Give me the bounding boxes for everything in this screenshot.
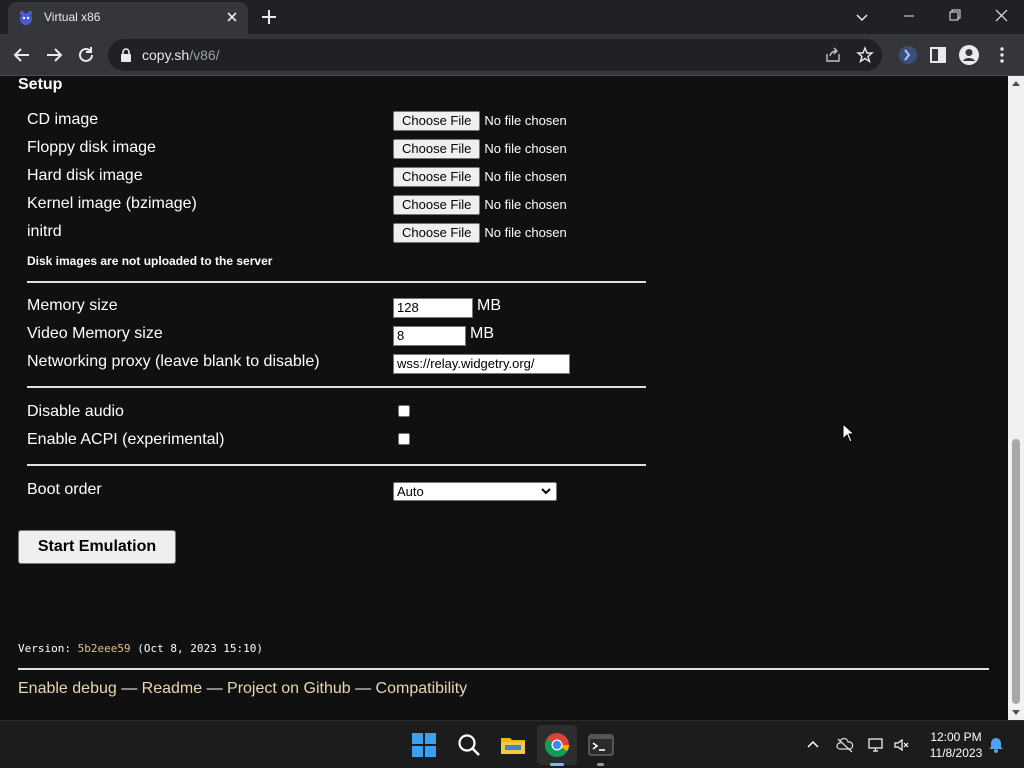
- clock-date: 11/8/2023: [929, 746, 983, 760]
- chevron-down-icon: [541, 488, 551, 495]
- memory-size-unit: MB: [477, 297, 501, 314]
- version-info: Version: 5b2eee59 (Oct 8, 2023 15:10): [18, 642, 264, 655]
- notification-bell-icon[interactable]: [987, 736, 1005, 754]
- floppy-image-file-status: No file chosen: [484, 141, 567, 156]
- address-bar[interactable]: copy.sh/v86/: [108, 39, 882, 71]
- minimize-icon[interactable]: [886, 0, 932, 32]
- kernel-image-file-input[interactable]: Choose File No file chosen: [393, 195, 567, 215]
- reload-icon[interactable]: [75, 44, 97, 66]
- network-icon[interactable]: [867, 736, 885, 754]
- networking-proxy-label: Networking proxy (leave blank to disable…: [27, 353, 320, 370]
- boot-order-select[interactable]: Auto: [393, 482, 557, 501]
- restore-icon[interactable]: [932, 0, 978, 32]
- show-hidden-icons-chevron-icon[interactable]: [804, 736, 822, 754]
- video-memory-size-input[interactable]: 8: [393, 326, 466, 346]
- video-memory-size-unit: MB: [470, 325, 494, 342]
- side-panel-icon[interactable]: [927, 44, 949, 66]
- compatibility-link[interactable]: Compatibility: [376, 680, 468, 697]
- hard-disk-image-label: Hard disk image: [27, 167, 143, 184]
- tab-title: Virtual x86: [44, 10, 101, 24]
- setup-heading: Setup: [18, 76, 63, 93]
- terminal-running-indicator: [597, 763, 604, 766]
- back-arrow-icon[interactable]: [11, 44, 33, 66]
- system-clock[interactable]: 12:00 PM 11/8/2023: [918, 729, 994, 761]
- section-divider: [27, 281, 646, 283]
- initrd-file-input[interactable]: Choose File No file chosen: [393, 223, 567, 243]
- floppy-image-file-input[interactable]: Choose File No file chosen: [393, 139, 567, 159]
- enable-acpi-checkbox[interactable]: [398, 433, 410, 445]
- boot-order-label: Boot order: [27, 481, 102, 498]
- memory-size-label: Memory size: [27, 297, 118, 314]
- browser-toolbar: copy.sh/v86/: [0, 34, 1024, 76]
- scroll-down-arrow-icon[interactable]: [1012, 710, 1020, 715]
- file-explorer-icon[interactable]: [499, 731, 527, 759]
- disk-images-note: Disk images are not uploaded to the serv…: [27, 254, 273, 268]
- floppy-image-choose-file-button[interactable]: Choose File: [393, 139, 481, 159]
- windows-taskbar: 12:00 PM 11/8/2023: [0, 720, 1024, 768]
- chrome-icon[interactable]: [543, 731, 571, 759]
- v86-favicon-icon: [20, 11, 32, 25]
- tab-search-chevron-icon[interactable]: [852, 7, 872, 27]
- cd-image-label: CD image: [27, 111, 99, 128]
- mouse-cursor-icon: [842, 423, 856, 443]
- disable-audio-checkbox[interactable]: [398, 405, 410, 417]
- cd-image-file-status: No file chosen: [484, 113, 567, 128]
- memory-size-input[interactable]: 128: [393, 298, 473, 318]
- share-icon[interactable]: [824, 46, 842, 64]
- enable-debug-link[interactable]: Enable debug: [18, 680, 117, 697]
- start-emulation-button[interactable]: Start Emulation: [18, 530, 176, 564]
- networking-proxy-input[interactable]: wss://relay.widgetry.org/: [393, 354, 570, 374]
- onedrive-cloud-icon[interactable]: [836, 736, 854, 754]
- scrollbar-thumb[interactable]: [1012, 439, 1020, 704]
- lock-icon[interactable]: [120, 48, 132, 62]
- terminal-icon[interactable]: [587, 731, 615, 759]
- section-divider: [27, 464, 646, 466]
- cd-image-file-input[interactable]: Choose File No file chosen: [393, 111, 567, 131]
- initrd-choose-file-button[interactable]: Choose File: [393, 223, 481, 243]
- initrd-label: initrd: [27, 223, 62, 240]
- menu-dots-icon[interactable]: [991, 44, 1013, 66]
- new-tab-icon[interactable]: [259, 7, 279, 27]
- url-text: copy.sh/v86/: [142, 47, 220, 63]
- page-scrollbar[interactable]: [1008, 76, 1024, 720]
- footer-links: Enable debug — Readme — Project on Githu…: [18, 680, 468, 697]
- browser-tab[interactable]: Virtual x86: [8, 2, 248, 34]
- video-memory-size-label: Video Memory size: [27, 325, 163, 342]
- forward-arrow-icon[interactable]: [43, 44, 65, 66]
- profile-icon[interactable]: [958, 44, 980, 66]
- cd-image-choose-file-button[interactable]: Choose File: [393, 111, 481, 131]
- version-hash-link[interactable]: 5b2eee59: [78, 642, 131, 655]
- hard-disk-image-file-input[interactable]: Choose File No file chosen: [393, 167, 567, 187]
- browser-tab-strip: Virtual x86: [0, 0, 1024, 34]
- kernel-image-choose-file-button[interactable]: Choose File: [393, 195, 481, 215]
- initrd-file-status: No file chosen: [484, 225, 567, 240]
- extension-icon[interactable]: [897, 44, 919, 66]
- hard-disk-image-choose-file-button[interactable]: Choose File: [393, 167, 481, 187]
- hard-disk-image-file-status: No file chosen: [484, 169, 567, 184]
- bookmark-star-icon[interactable]: [856, 46, 874, 64]
- kernel-image-file-status: No file chosen: [484, 197, 567, 212]
- close-tab-icon[interactable]: [224, 9, 240, 25]
- section-divider: [27, 386, 646, 388]
- close-window-icon[interactable]: [978, 0, 1024, 32]
- boot-order-selected-value: Auto: [397, 484, 424, 499]
- enable-acpi-label: Enable ACPI (experimental): [27, 431, 225, 448]
- search-icon[interactable]: [455, 731, 483, 759]
- github-link[interactable]: Project on Github: [227, 680, 351, 697]
- readme-link[interactable]: Readme: [142, 680, 202, 697]
- disable-audio-label: Disable audio: [27, 403, 124, 420]
- chrome-active-indicator: [550, 763, 564, 766]
- page-content: Setup CD image Choose File No file chosen…: [0, 76, 1008, 720]
- kernel-image-label: Kernel image (bzimage): [27, 195, 197, 212]
- scroll-up-arrow-icon[interactable]: [1012, 81, 1020, 86]
- volume-muted-icon[interactable]: [893, 736, 911, 754]
- clock-time: 12:00 PM: [930, 730, 982, 744]
- windows-start-icon[interactable]: [410, 731, 438, 759]
- floppy-image-label: Floppy disk image: [27, 139, 156, 156]
- footer-divider: [18, 668, 989, 670]
